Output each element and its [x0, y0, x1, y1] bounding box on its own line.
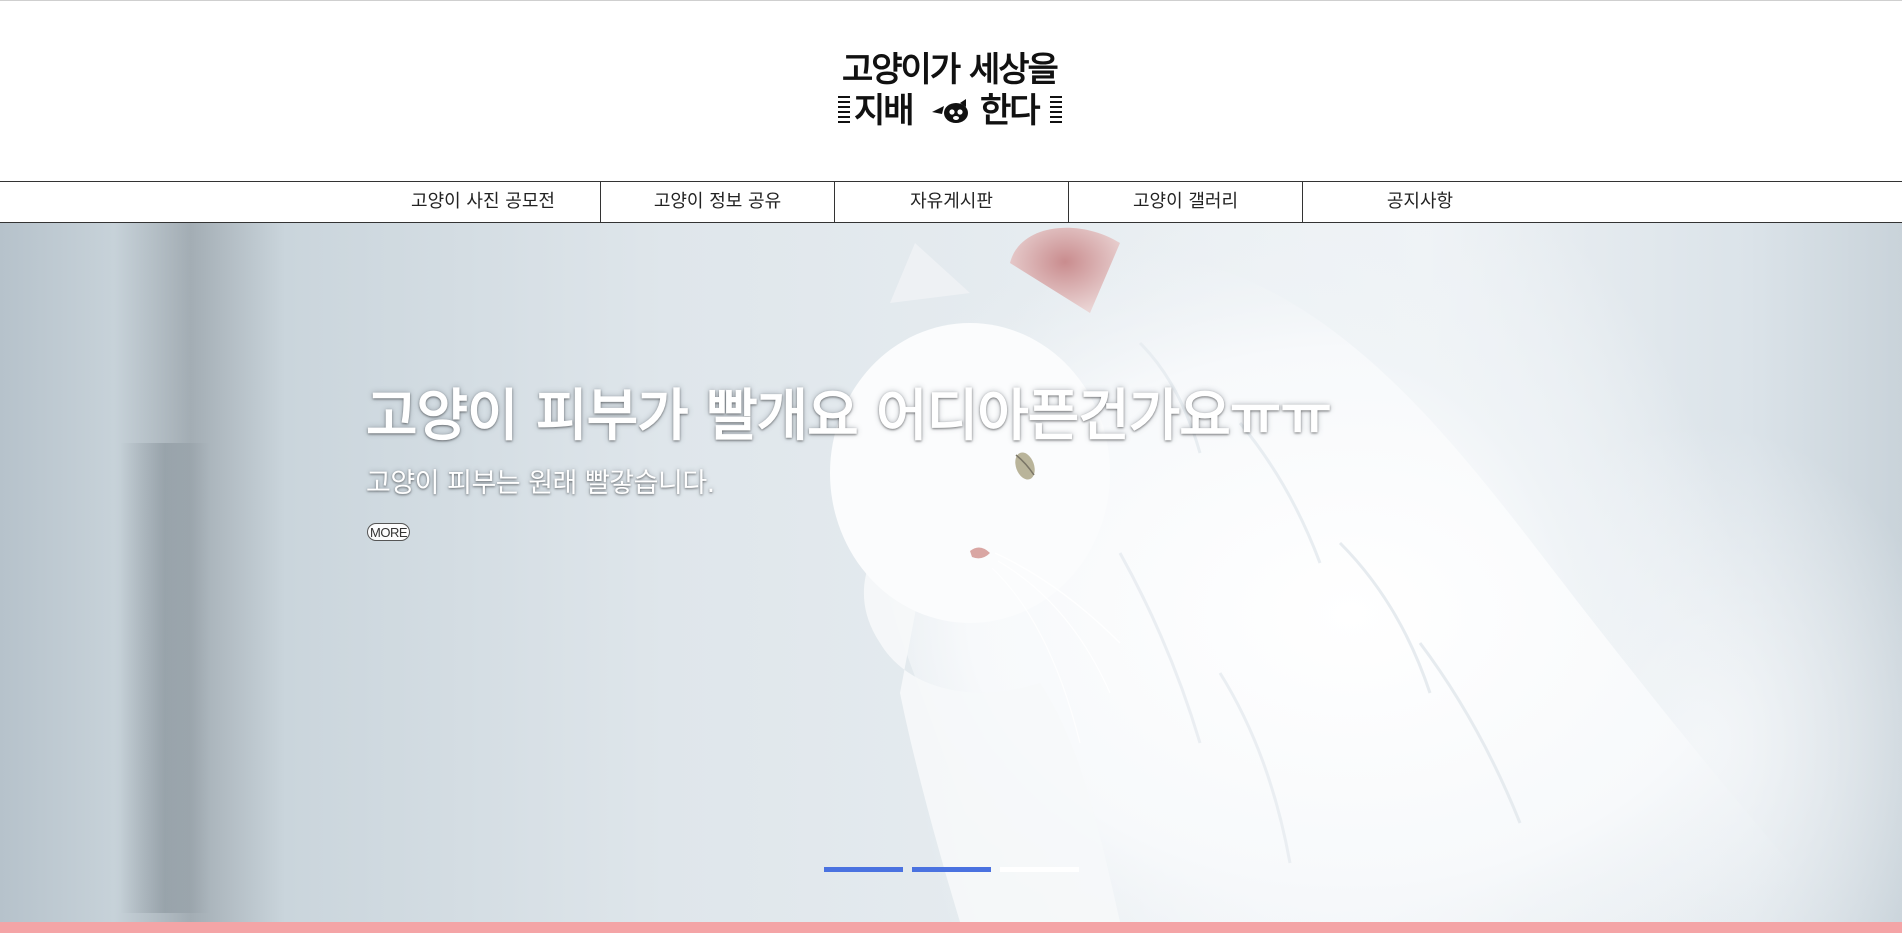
slide-indicators: [824, 867, 1080, 872]
slide-indicator-2[interactable]: [912, 867, 991, 872]
site-header: 고양이가 세상을 지배 한다: [0, 0, 1902, 181]
nav-item-free-board[interactable]: 자유게시판: [835, 182, 1068, 222]
hero-background-shadow: [120, 443, 210, 913]
site-logo[interactable]: 고양이가 세상을 지배 한다: [838, 48, 1068, 134]
hero-slider: 고양이 피부가 빨개요 어디아픈건가요ㅠㅠ 고양이 피부는 원래 빨갛습니다. …: [0, 223, 1902, 922]
logo-text-line2: 지배 한다: [838, 92, 1062, 132]
cat-logo-icon: [932, 99, 968, 123]
slide-indicator-1[interactable]: [824, 867, 903, 872]
nav-item-gallery[interactable]: 고양이 갤러리: [1069, 182, 1302, 222]
logo-dash-right: [1050, 96, 1062, 126]
hero-title: 고양이 피부가 빨개요 어디아픈건가요ㅠㅠ: [366, 384, 1332, 449]
footer-accent-strip: [0, 922, 1902, 933]
logo-word-left: 지배: [854, 91, 915, 131]
slide-indicator-3[interactable]: [1000, 867, 1079, 872]
hero-subtitle: 고양이 피부는 원래 빨갛습니다.: [366, 468, 715, 499]
logo-dash-left: [838, 96, 850, 126]
logo-text-line1: 고양이가 세상을: [842, 50, 1059, 90]
nav-item-photo-contest[interactable]: 고양이 사진 공모전: [366, 182, 600, 222]
nav-item-notice[interactable]: 공지사항: [1303, 182, 1537, 222]
nav-item-info-share[interactable]: 고양이 정보 공유: [601, 182, 834, 222]
more-button[interactable]: MORE: [367, 523, 410, 541]
main-nav: 고양이 사진 공모전 고양이 정보 공유 자유게시판 고양이 갤러리 공지사항: [0, 181, 1902, 223]
logo-word-right: 한다: [980, 91, 1041, 131]
page: 고양이가 세상을 지배 한다 고양이 사진 공모전 고양이 정보 공유 자유게시…: [0, 0, 1902, 933]
white-cat-image: [830, 227, 1840, 922]
